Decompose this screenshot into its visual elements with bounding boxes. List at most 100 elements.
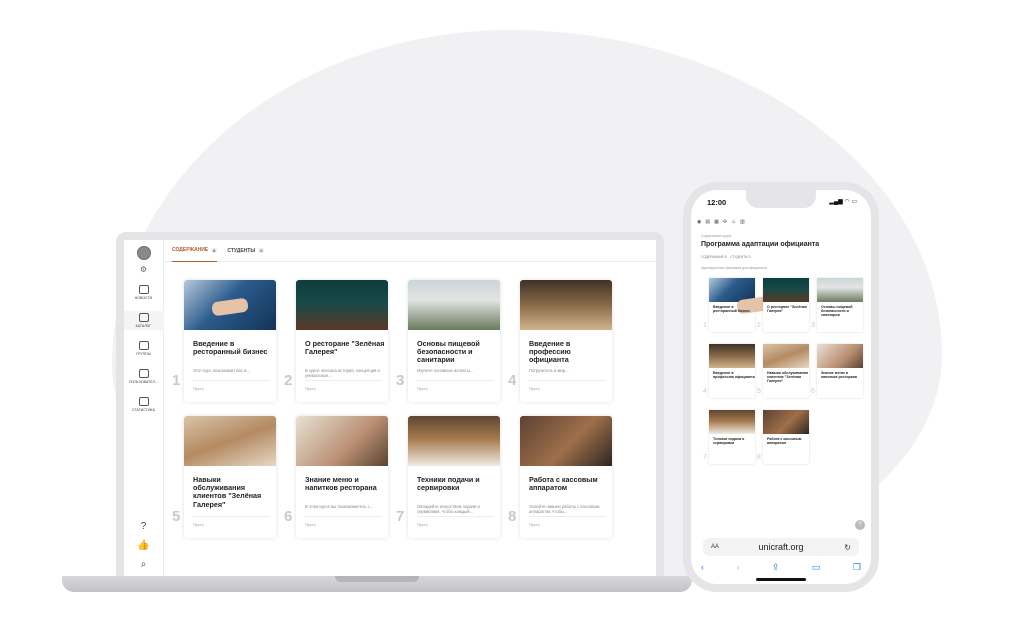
- search-user-icon[interactable]: ⌕: [141, 559, 147, 570]
- help-icon[interactable]: ?: [141, 521, 147, 532]
- sidebar-item-groups[interactable]: ГРУППЫ: [124, 339, 164, 358]
- tab-content[interactable]: СОДЕРЖАНИЕ 8: [701, 255, 726, 259]
- like-icon[interactable]: 👍: [137, 540, 149, 551]
- divider: [417, 516, 494, 517]
- course-card[interactable]: Навыки обслуживания клиентов "Зелёная Га…: [757, 344, 809, 398]
- course-description: Погрузитесь в мир...: [529, 368, 569, 373]
- phone-course-grid: Введение в ресторанный бизнес 1 О рестор…: [703, 278, 863, 464]
- tab-count-badge: 8: [211, 247, 218, 253]
- reload-icon[interactable]: ↻: [844, 543, 851, 552]
- groups-icon: [138, 341, 149, 350]
- course-number: 3: [811, 322, 815, 329]
- phone-frame: 12:00 ▂▄▆ ◠ ▭ ◉ ▤ ▦ ✣ ☺ ▥ Содержание кур…: [683, 182, 879, 592]
- statistics-icon[interactable]: ▥: [740, 219, 745, 225]
- catalog-icon[interactable]: ▦: [714, 219, 719, 225]
- course-card[interactable]: Знание меню и напитков ресторана В этом …: [296, 416, 388, 538]
- page-title: Программа адаптации официанта: [701, 241, 820, 248]
- course-number: 1: [703, 322, 707, 329]
- course-image: [709, 278, 755, 302]
- course-card[interactable]: Навыки обслуживания клиентов "Зелёная Га…: [184, 416, 276, 538]
- breadcrumb[interactable]: Содержание курса: [701, 234, 731, 238]
- course-title: Введение в профессию официанта: [529, 339, 571, 365]
- course-card[interactable]: Введение в профессию официанта 4: [703, 344, 755, 398]
- course-card[interactable]: О ресторане "Зелёная Галерея" В курсе оп…: [296, 280, 388, 402]
- browser-nav: ‹ › ⇪ ▭ ❐: [701, 562, 861, 573]
- share-icon[interactable]: ⇪: [772, 562, 780, 573]
- tab-count-badge: 0: [258, 248, 265, 253]
- forward-icon[interactable]: ›: [736, 562, 739, 573]
- course-image: [184, 280, 276, 330]
- course-description: В курсе описана история, концепция и уни…: [305, 368, 380, 378]
- course-title: Основы пищевой безопасности и санитарии: [417, 339, 480, 365]
- course-card[interactable]: Введение в ресторанный бизнес 1: [703, 278, 755, 332]
- course-card[interactable]: Работа с кассовым аппаратом Освойте навы…: [520, 416, 612, 538]
- statistics-icon: [138, 397, 149, 406]
- tab-students[interactable]: СТУДЕНТЫ 0: [227, 240, 265, 262]
- course-status: Пусто: [417, 522, 428, 527]
- sidebar-item-catalog[interactable]: КАТАЛОГ: [124, 311, 164, 330]
- avatar-icon[interactable]: ◉: [697, 219, 701, 225]
- sidebar-item-label: НОВОСТИ: [134, 296, 153, 300]
- course-title: Введение в ресторанный бизнес: [713, 305, 751, 314]
- url-bar[interactable]: AA unicraft.org ↻: [703, 538, 859, 556]
- course-title: О ресторане "Зелёная Галерея": [305, 339, 385, 357]
- course-number: 4: [703, 388, 707, 395]
- tabs-icon[interactable]: ❐: [853, 562, 861, 573]
- course-title: О ресторане "Зелёная Галерея": [767, 305, 807, 314]
- news-icon[interactable]: ▤: [705, 219, 710, 225]
- laptop-display: ⚙ НОВОСТИ КАТАЛОГ ГРУППЫ ПОЛЬЗОВАТЕЛ...: [124, 240, 656, 576]
- course-title: Знание меню и напитков ресторана: [821, 371, 857, 380]
- tab-bar: СОДЕРЖАНИЕ 8 СТУДЕНТЫ 0: [164, 240, 656, 262]
- sidebar-item-users[interactable]: ПОЛЬЗОВАТЕЛ...: [124, 367, 164, 386]
- course-title: Работа с кассовым аппаратом: [529, 475, 598, 493]
- course-status: Пусто: [305, 522, 316, 527]
- course-number: 6: [811, 388, 815, 395]
- course-title: Работа с кассовым аппаратом: [767, 437, 802, 446]
- course-title: Техники подачи и сервировки: [713, 437, 745, 446]
- tab-content[interactable]: СОДЕРЖАНИЕ 8: [172, 240, 218, 262]
- course-card[interactable]: Знание меню и напитков ресторана 6: [811, 344, 863, 398]
- sidebar-item-statistics[interactable]: СТАТИСТИКА: [124, 395, 164, 414]
- users-icon[interactable]: ☺: [731, 219, 736, 225]
- course-card[interactable]: Техники подачи и сервировки Овладейте ис…: [408, 416, 500, 538]
- phone-tabs: СОДЕРЖАНИЕ 8 СТУДЕНТЫ 0: [701, 255, 751, 259]
- course-title: Основы пищевой безопасности и санитарии: [821, 305, 853, 318]
- bookmarks-icon[interactable]: ▭: [812, 562, 821, 573]
- course-card[interactable]: Основы пищевой безопасности и санитарии …: [811, 278, 863, 332]
- groups-icon[interactable]: ✣: [723, 219, 727, 225]
- course-title: Знание меню и напитков ресторана: [305, 475, 377, 493]
- sidebar-item-news[interactable]: НОВОСТИ: [124, 283, 164, 302]
- course-image: [817, 344, 863, 368]
- course-title: Введение в профессию официанта: [713, 371, 755, 380]
- course-number: 8: [757, 454, 761, 461]
- course-card[interactable]: Работа с кассовым аппаратом 8: [757, 410, 809, 464]
- tab-students[interactable]: СТУДЕНТЫ 0: [730, 255, 750, 259]
- course-image: [763, 410, 809, 434]
- course-number: 2: [757, 322, 761, 329]
- course-card[interactable]: О ресторане "Зелёная Галерея" 2: [757, 278, 809, 332]
- course-card[interactable]: Основы пищевой безопасности и санитарии …: [408, 280, 500, 402]
- course-card[interactable]: Техники подачи и сервировки 7: [703, 410, 755, 464]
- course-status: Пусто: [529, 522, 540, 527]
- divider: [193, 380, 270, 381]
- text-size-button[interactable]: AA: [711, 544, 719, 550]
- course-card[interactable]: Введение в профессию официанта Погрузите…: [520, 280, 612, 402]
- course-title: Введение в ресторанный бизнес: [193, 339, 268, 357]
- course-card[interactable]: Введение в ресторанный бизнес Этот курс …: [184, 280, 276, 402]
- status-icons: ▂▄▆ ◠ ▭: [829, 199, 857, 205]
- sidebar-item-label: ГРУППЫ: [136, 352, 151, 356]
- course-number: 5: [757, 388, 761, 395]
- course-title: Навыки обслуживания клиентов "Зелёная Га…: [193, 475, 262, 509]
- home-indicator: [756, 578, 806, 581]
- course-description: Изучите основные аспекты...: [417, 368, 474, 373]
- course-grid: Введение в ресторанный бизнес Этот курс …: [184, 280, 612, 538]
- course-number: 7: [703, 454, 707, 461]
- back-icon[interactable]: ‹: [701, 562, 704, 573]
- phone-screen: 12:00 ▂▄▆ ◠ ▭ ◉ ▤ ▦ ✣ ☺ ▥ Содержание кур…: [691, 190, 871, 584]
- help-icon[interactable]: ?: [855, 520, 865, 530]
- phone-toolbar: ◉ ▤ ▦ ✣ ☺ ▥: [697, 216, 865, 228]
- sidebar-item-label: КАТАЛОГ: [135, 324, 152, 328]
- course-description: В этом курсе вы познакомитесь с...: [305, 504, 374, 509]
- gear-icon[interactable]: ⚙: [140, 265, 147, 274]
- avatar[interactable]: [136, 246, 151, 260]
